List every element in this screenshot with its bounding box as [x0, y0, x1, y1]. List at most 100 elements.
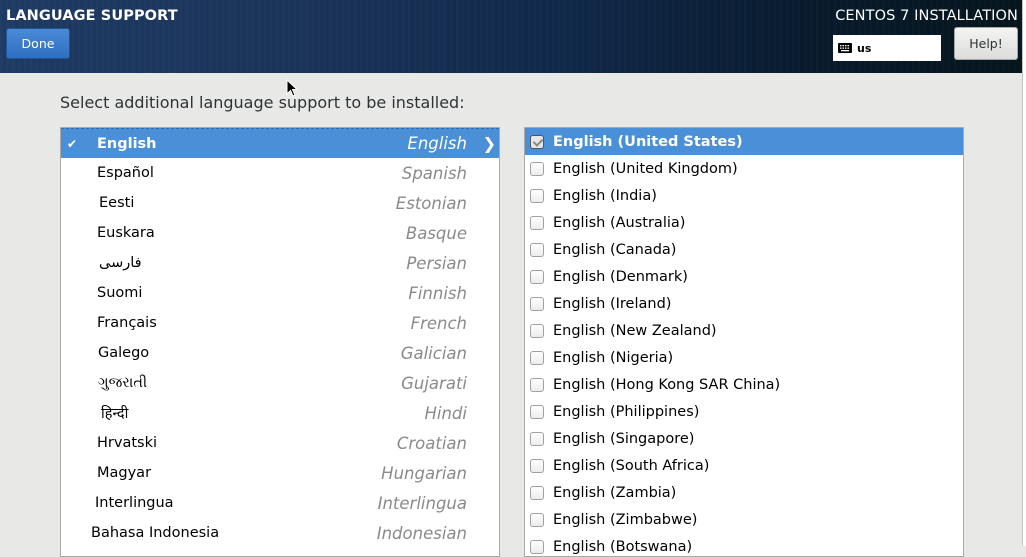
language-english-name: Persian [406, 253, 467, 273]
locale-row[interactable]: English (Zambia) [525, 479, 963, 506]
locale-label: English (India) [553, 187, 657, 204]
locale-label: English (South Africa) [553, 457, 710, 474]
window-edge-line [1022, 0, 1023, 546]
locale-row[interactable]: English (New Zealand) [525, 317, 963, 344]
language-row[interactable]: Euskara Basque [61, 218, 499, 248]
language-native-name: Euskara [97, 225, 155, 241]
keyboard-layout-indicator[interactable]: us [833, 35, 941, 61]
language-row[interactable]: Hrvatski Croatian [61, 428, 499, 458]
keyboard-layout-label: us [857, 41, 872, 55]
locale-checkbox[interactable] [530, 269, 544, 284]
locale-label: English (Ireland) [553, 295, 672, 312]
language-native-name: فارسی [99, 255, 142, 271]
language-row[interactable]: Galego Galician [61, 338, 499, 368]
locale-row[interactable]: English (Australia) [525, 209, 963, 236]
language-english-name: Hungarian [381, 463, 467, 483]
language-native-name: Français [97, 315, 157, 331]
language-row[interactable]: ગુજરાતી Gujarati [61, 368, 499, 398]
locale-label: English (United Kingdom) [553, 160, 738, 177]
language-native-name: ગુજરાતી [98, 375, 148, 391]
language-english-name: Croatian [396, 433, 467, 453]
language-native-name: Español [97, 165, 154, 181]
product-title: CENTOS 7 INSTALLATION [835, 8, 1018, 24]
locale-checkbox[interactable] [530, 161, 544, 176]
locale-label: English (Botswana) [553, 538, 693, 555]
locale-list[interactable]: English (United States) English (United K… [524, 127, 964, 557]
locale-label: English (Australia) [553, 214, 686, 231]
language-english-name: Interlingua [377, 493, 467, 513]
language-english-name: French [410, 313, 467, 333]
locale-label: English (Zambia) [553, 484, 677, 501]
language-native-name: हिन्दी [101, 406, 129, 422]
locale-checkbox[interactable] [530, 431, 544, 446]
language-row[interactable]: فارسی Persian [61, 248, 499, 278]
language-row[interactable]: Español Spanish [61, 158, 499, 188]
locale-row[interactable]: English (Canada) [525, 236, 963, 263]
locale-row[interactable]: English (India) [525, 182, 963, 209]
locale-label: English (Singapore) [553, 430, 695, 447]
locale-row[interactable]: English (Hong Kong SAR China) [525, 371, 963, 398]
locale-label: English (Nigeria) [553, 349, 674, 366]
locale-row[interactable]: English (Philippines) [525, 398, 963, 425]
locale-label: English (Canada) [553, 241, 677, 258]
locale-checkbox[interactable] [530, 188, 544, 203]
language-row[interactable]: Français French [61, 308, 499, 338]
language-row[interactable]: Eesti Estonian [61, 188, 499, 218]
language-row[interactable]: Interlingua Interlingua [61, 488, 499, 518]
chevron-right-icon: ❯ [482, 134, 496, 153]
locale-checkbox[interactable] [530, 458, 544, 473]
locale-checkbox[interactable] [530, 512, 544, 527]
language-english-name: English [407, 134, 467, 153]
locale-checkbox[interactable] [530, 539, 544, 554]
locale-checkbox[interactable] [530, 215, 544, 230]
language-english-name: Indonesian [376, 523, 467, 543]
locale-label: English (United States) [553, 133, 743, 150]
language-row[interactable]: Bahasa Indonesia Indonesian [61, 518, 499, 548]
language-native-name: Interlingua [95, 495, 174, 511]
language-list[interactable]: ✔ English English ❯ Español Spanish Eesti Eston… [60, 127, 500, 557]
locale-checkbox[interactable] [530, 350, 544, 365]
done-button[interactable]: Done [6, 28, 70, 59]
language-row[interactable]: हिन्दी Hindi [61, 398, 499, 428]
locale-row[interactable]: English (South Africa) [525, 452, 963, 479]
keyboard-icon [838, 43, 852, 53]
language-native-name: Hrvatski [97, 435, 157, 451]
locale-row[interactable]: English (United Kingdom) [525, 155, 963, 182]
language-row[interactable]: ✔ English English ❯ [61, 128, 499, 158]
language-row[interactable]: Suomi Finnish [61, 278, 499, 308]
locale-checkbox-checked[interactable] [530, 134, 544, 149]
language-row[interactable]: Magyar Hungarian [61, 458, 499, 488]
help-button[interactable]: Help! [954, 27, 1018, 60]
locale-row[interactable]: English (Ireland) [525, 290, 963, 317]
locale-row[interactable]: English (Denmark) [525, 263, 963, 290]
language-native-name: Bahasa Indonesia [91, 525, 220, 541]
checkmark-icon: ✔ [67, 136, 78, 151]
locale-label: English (Hong Kong SAR China) [553, 376, 781, 393]
locale-checkbox[interactable] [530, 485, 544, 500]
language-english-name: Estonian [395, 193, 467, 213]
locale-checkbox[interactable] [530, 323, 544, 338]
language-native-name: Eesti [99, 195, 135, 211]
locale-row[interactable]: English (Botswana) [525, 533, 963, 556]
locale-row[interactable]: English (Nigeria) [525, 344, 963, 371]
language-english-name: Finnish [408, 283, 467, 303]
language-english-name: Basque [405, 223, 467, 243]
spoke-title: LANGUAGE SUPPORT [6, 8, 178, 24]
locale-label: English (Zimbabwe) [553, 511, 698, 528]
language-native-name: Suomi [97, 285, 143, 301]
locale-row[interactable]: English (Singapore) [525, 425, 963, 452]
locale-checkbox[interactable] [530, 296, 544, 311]
language-english-name: Hindi [424, 403, 467, 423]
locale-checkbox[interactable] [530, 377, 544, 392]
language-native-name: Galego [98, 345, 150, 361]
locale-label: English (Philippines) [553, 403, 700, 420]
locale-row[interactable]: English (Zimbabwe) [525, 506, 963, 533]
locale-row[interactable]: English (United States) [525, 128, 963, 155]
locale-checkbox[interactable] [530, 404, 544, 419]
language-native-name: English [97, 135, 157, 152]
language-english-name: Spanish [401, 163, 467, 183]
mouse-cursor-icon [286, 79, 298, 97]
locale-label: English (Denmark) [553, 268, 688, 285]
language-native-name: Magyar [97, 465, 152, 481]
locale-checkbox[interactable] [530, 242, 544, 257]
